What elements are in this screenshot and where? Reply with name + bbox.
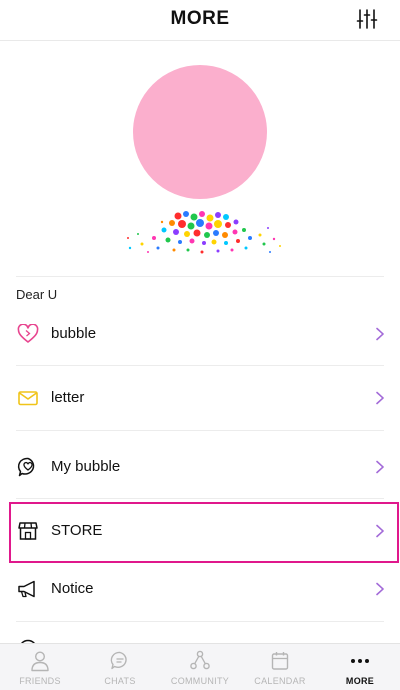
confetti-decoration: [127, 211, 281, 254]
share-network-icon: [190, 650, 210, 670]
menu-item-label: My bubble: [51, 458, 121, 475]
tab-label: CALENDAR: [254, 676, 306, 686]
menu-item-bubble[interactable]: bubble: [0, 314, 400, 354]
menu-item-letter[interactable]: letter: [0, 378, 400, 418]
menu-item-my-bubble[interactable]: My bubble: [0, 447, 400, 487]
envelope-icon: [18, 391, 38, 406]
tab-label: MORE: [345, 676, 375, 686]
menu-item-notice[interactable]: Notice: [0, 569, 400, 609]
chat-bubble-icon: [110, 651, 127, 670]
tab-label: CHATS: [104, 676, 136, 686]
tab-more[interactable]: MORE: [320, 644, 400, 690]
tab-label: COMMUNITY: [170, 676, 230, 686]
row-divider: [16, 498, 384, 499]
section-divider: [16, 276, 384, 277]
header-bar: MORE: [0, 0, 400, 41]
selection-highlight-box: [9, 502, 399, 563]
menu-item-label: bubble: [51, 325, 97, 342]
settings-sliders-button[interactable]: [356, 8, 378, 30]
chevron-right-icon: [376, 582, 384, 596]
more-dots-icon: [351, 659, 369, 663]
heart-speech-bubble-icon: [17, 457, 35, 477]
page-title: MORE: [170, 8, 230, 29]
megaphone-icon: [18, 580, 35, 598]
greeting-text: Dear U: [16, 287, 58, 302]
tab-calendar[interactable]: CALENDAR: [240, 644, 320, 690]
chevron-right-icon: [376, 460, 384, 474]
tab-friends[interactable]: FRIENDS: [0, 644, 80, 690]
calendar-icon: [271, 652, 289, 670]
chevron-right-icon: [376, 327, 384, 341]
row-divider: [16, 430, 384, 431]
row-divider: [16, 621, 384, 622]
person-icon: [31, 651, 49, 672]
profile-avatar[interactable]: [133, 65, 267, 199]
chevron-right-icon: [376, 391, 384, 405]
tab-chats[interactable]: CHATS: [80, 644, 160, 690]
bottom-tab-bar: FRIENDS CHATS COMMUNITY CALENDAR MORE: [0, 643, 400, 690]
row-divider: [16, 365, 384, 366]
sliders-icon: [356, 9, 378, 29]
menu-item-label: letter: [51, 389, 85, 406]
menu-item-label: Notice: [51, 580, 94, 597]
heart-icon: [17, 324, 39, 343]
tab-label: FRIENDS: [19, 676, 61, 686]
tab-community[interactable]: COMMUNITY: [160, 644, 240, 690]
